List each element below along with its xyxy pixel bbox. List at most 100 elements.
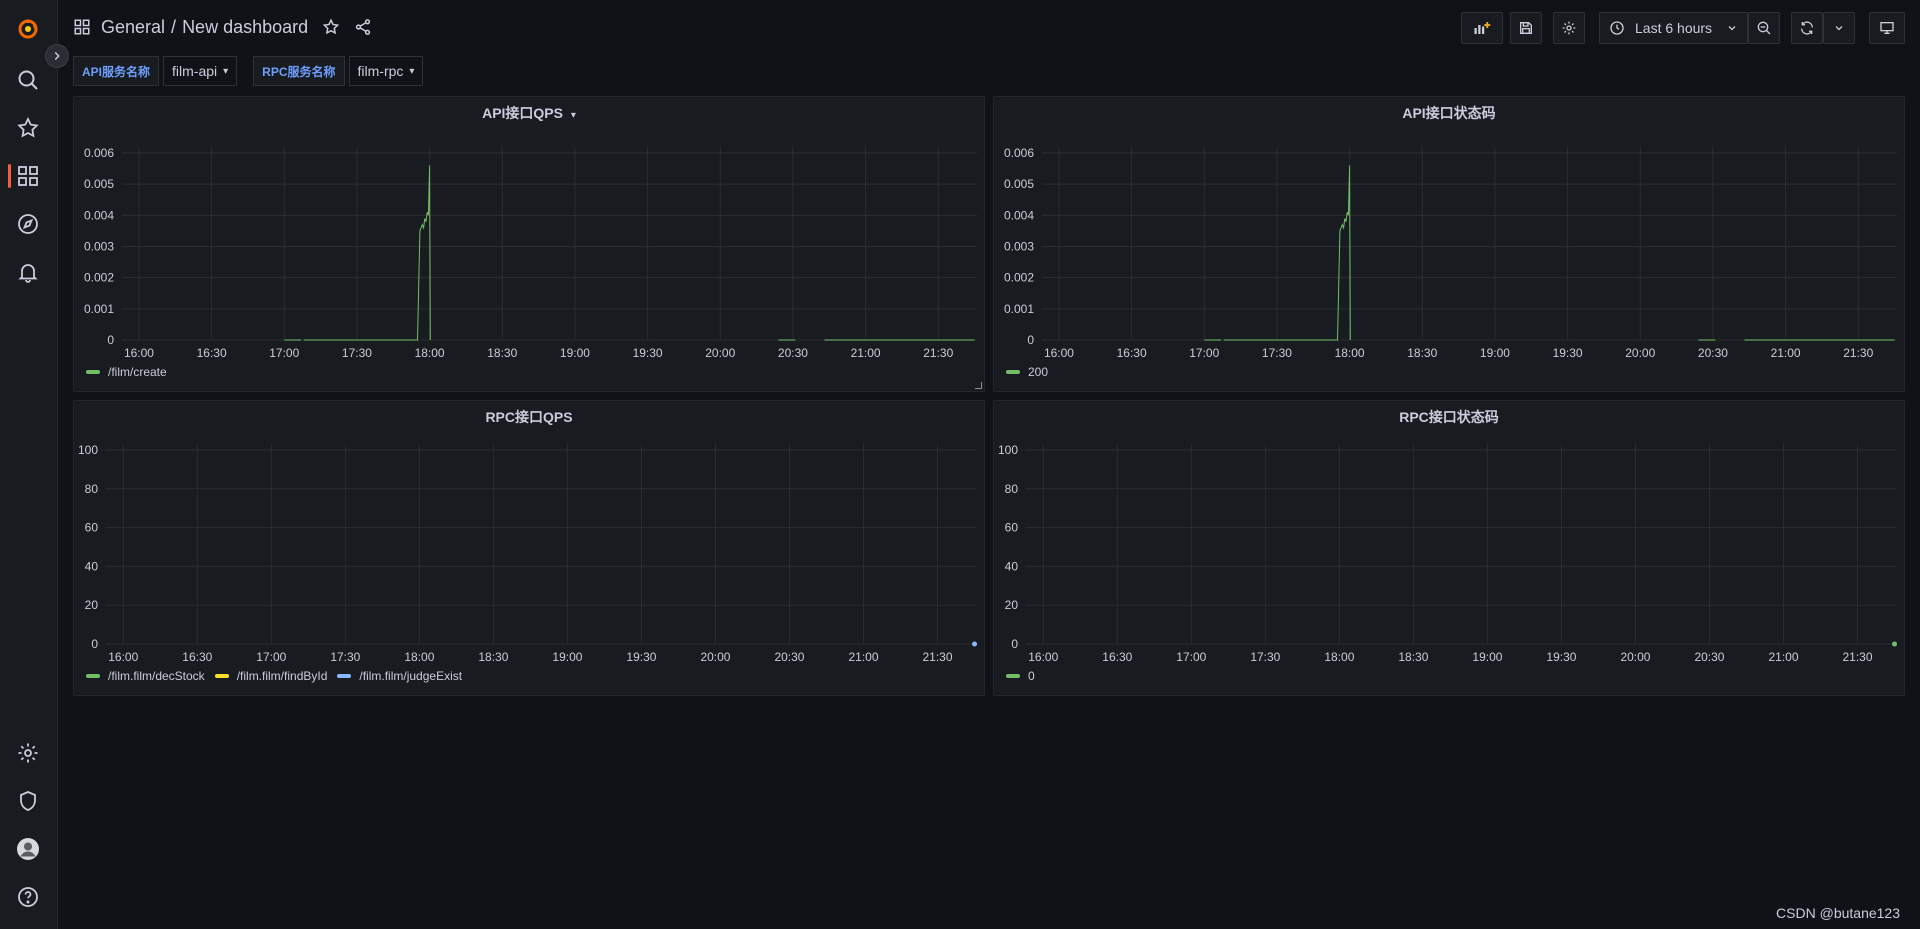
chart-area: 0 20 40 60 80 100 16:00 16:30 17:00 17:30 18:00 18:…: [78, 443, 978, 664]
starred-icon[interactable]: [13, 113, 43, 143]
legend-label: /film/create: [108, 365, 167, 379]
legend-swatch: [337, 674, 352, 678]
x-tick-label: 20:00: [705, 346, 735, 360]
x-tick-label: 18:00: [1335, 346, 1365, 360]
x-tick-label: 16:30: [197, 346, 227, 360]
help-icon[interactable]: [13, 882, 43, 912]
x-tick-label: 21:00: [1768, 650, 1798, 664]
legend-swatch: [86, 370, 100, 374]
legend-label: 0: [1028, 669, 1035, 683]
legend: 200: [1006, 365, 1048, 379]
cycle-view-mode-button[interactable]: [1869, 12, 1905, 44]
share-icon[interactable]: [354, 18, 372, 36]
panel-api-qps[interactable]: API接口QPS ▾ 0 0.001 0.002 0.003 0.004 0.005 0.0…: [73, 96, 985, 392]
save-dashboard-button[interactable]: [1510, 12, 1542, 44]
legend: /film.film/decStock/film.film/findById/f…: [86, 669, 462, 683]
configuration-gear-icon[interactable]: [13, 738, 43, 768]
server-admin-shield-icon[interactable]: [13, 786, 43, 816]
x-tick-label: 19:00: [552, 650, 582, 664]
top-navbar: General / New dashboard Last 6 hours: [57, 0, 1920, 54]
legend-item[interactable]: /film/create: [86, 365, 167, 379]
x-tick-label: 21:30: [923, 650, 953, 664]
y-tick-label: 0: [1027, 333, 1034, 347]
x-tick-label: 17:00: [256, 650, 286, 664]
refresh-button[interactable]: [1791, 12, 1823, 44]
add-panel-button[interactable]: [1461, 12, 1503, 44]
x-tick-label: 16:00: [124, 346, 154, 360]
chevron-right-icon: [54, 51, 60, 61]
refresh-interval-dropdown[interactable]: [1823, 12, 1855, 44]
chevron-down-icon: ▾: [409, 65, 415, 77]
x-tick-label: 21:00: [1771, 346, 1801, 360]
variable-select-rpc-service[interactable]: film-rpc ▾: [348, 56, 424, 86]
legend-item[interactable]: /film.film/judgeExist: [337, 669, 462, 683]
search-icon[interactable]: [13, 65, 43, 95]
y-tick-label: 40: [85, 559, 99, 573]
time-range-label: Last 6 hours: [1635, 20, 1713, 36]
x-tick-label: 18:00: [1324, 650, 1354, 664]
zoom-out-icon: [1757, 21, 1771, 35]
star-icon[interactable]: [322, 18, 340, 36]
x-tick-label: 20:00: [700, 650, 730, 664]
refresh-icon: [1801, 21, 1813, 35]
x-tick-label: 17:30: [330, 650, 360, 664]
variable-label-rpc-service: RPC服务名称: [253, 56, 345, 86]
zoom-out-button[interactable]: [1748, 12, 1780, 44]
dashboards-icon[interactable]: [13, 161, 43, 191]
y-tick-label: 40: [1005, 559, 1019, 573]
y-tick-label: 80: [1005, 482, 1019, 496]
data-point: [1892, 641, 1898, 647]
breadcrumb-folder[interactable]: General: [101, 17, 165, 38]
x-tick-label: 19:30: [626, 650, 656, 664]
y-tick-label: 60: [1005, 521, 1019, 535]
y-tick-label: 0.004: [84, 208, 114, 222]
grafana-logo-icon[interactable]: [13, 14, 43, 44]
variable-value-api-service: film-api: [172, 63, 218, 79]
user-avatar[interactable]: [13, 834, 43, 864]
add-panel-icon: [1474, 22, 1491, 34]
legend-item[interactable]: 0: [1006, 669, 1035, 683]
panel-rpc-status-code[interactable]: RPC接口状态码 0 20 40 60 80 100 16:00 16:30 17:00 17:3…: [993, 400, 1905, 696]
x-tick-label: 16:00: [1028, 650, 1058, 664]
explore-icon[interactable]: [13, 209, 43, 239]
variable-select-api-service[interactable]: film-api ▾: [163, 56, 238, 86]
x-tick-label: 20:00: [1625, 346, 1655, 360]
legend-item[interactable]: /film.film/decStock: [86, 669, 205, 683]
x-tick-label: 17:00: [1176, 650, 1206, 664]
y-tick-label: 0: [1011, 637, 1018, 651]
variable-label-api-service: API服务名称: [73, 56, 160, 86]
legend: 0: [1006, 669, 1035, 683]
breadcrumb: General / New dashboard: [73, 14, 372, 40]
x-tick-label: 21:30: [1843, 346, 1873, 360]
series-line: [303, 165, 431, 341]
x-tick-label: 18:30: [1407, 346, 1437, 360]
panel-api-status-code[interactable]: API接口状态码 0 0.001 0.002 0.003 0.004 0.005 0.006…: [993, 96, 1905, 392]
x-tick-label: 16:30: [1117, 346, 1147, 360]
x-tick-label: 19:30: [1553, 346, 1583, 360]
legend-label: /film.film/judgeExist: [359, 669, 463, 683]
y-tick-label: 60: [85, 521, 99, 535]
alerting-bell-icon[interactable]: [13, 257, 43, 287]
resize-handle[interactable]: [975, 382, 982, 389]
legend-item[interactable]: 200: [1006, 365, 1048, 379]
y-tick-label: 0.006: [84, 146, 114, 160]
time-range-picker[interactable]: Last 6 hours: [1599, 12, 1748, 44]
breadcrumb-separator: /: [171, 16, 177, 37]
x-tick-label: 17:30: [1250, 650, 1280, 664]
legend-swatch: [1006, 674, 1020, 678]
chevron-down-icon: [1728, 26, 1736, 31]
x-tick-label: 21:30: [923, 346, 953, 360]
x-tick-label: 17:30: [1262, 346, 1292, 360]
x-tick-label: 16:00: [1044, 346, 1074, 360]
expand-sidebar-button[interactable]: [45, 44, 69, 68]
legend: /film/create: [86, 365, 167, 379]
dashboard-title[interactable]: New dashboard: [182, 17, 308, 38]
legend-item[interactable]: /film.film/findById: [214, 669, 327, 683]
clock-icon: [1610, 21, 1624, 35]
dashboard-settings-button[interactable]: [1553, 12, 1585, 44]
y-tick-label: 100: [998, 443, 1018, 457]
x-tick-label: 19:00: [1472, 650, 1502, 664]
x-tick-label: 16:00: [108, 650, 138, 664]
chart-area: 0 0.001 0.002 0.003 0.004 0.005 0.006 16:00 16:3…: [84, 146, 977, 360]
panel-rpc-qps[interactable]: RPC接口QPS 0 20 40 60 80 100 16:00 16:30 17:00 17:3…: [73, 400, 985, 696]
